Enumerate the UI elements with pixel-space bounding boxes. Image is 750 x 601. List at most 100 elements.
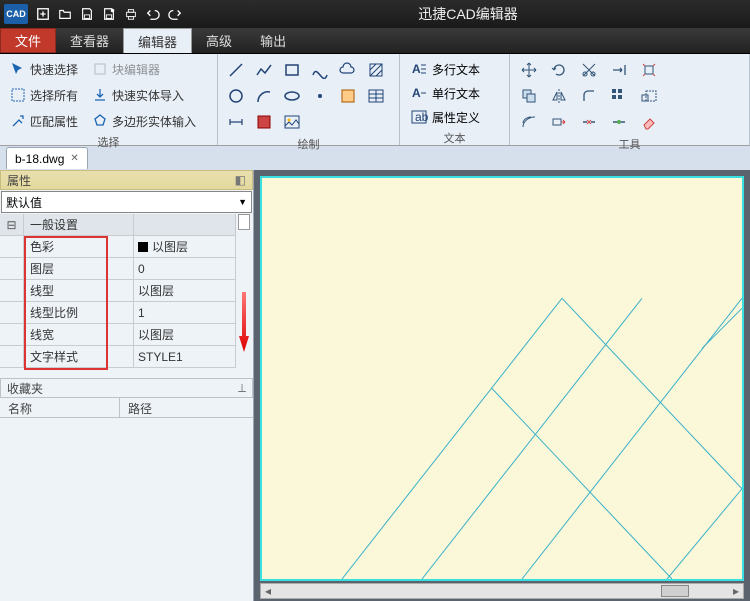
side-panel: 属性 ◧ 默认值 ▼ ⊟ 一般设置 色彩以图层 图层0 线型以图层 线型比例1 … [0, 170, 254, 601]
line-icon[interactable] [224, 58, 248, 82]
select-all-icon [10, 87, 26, 103]
select-all-button[interactable]: 选择所有 [6, 84, 82, 106]
properties-table: ⊟ 一般设置 色彩以图层 图层0 线型以图层 线型比例1 线宽以图层 文字样式S… [0, 214, 235, 368]
mirror-icon[interactable] [546, 84, 572, 108]
attrdef-icon: ab [410, 108, 428, 126]
pin-icon[interactable]: ◧ [235, 173, 246, 187]
polygon-import-button[interactable]: 多边形实体输入 [88, 110, 200, 132]
color-row[interactable]: 色彩以图层 [0, 236, 235, 258]
ribbon-group-draw-label: 绘制 [224, 134, 393, 152]
hscroll-thumb[interactable] [661, 585, 689, 597]
scroll-thumb[interactable] [238, 214, 250, 230]
break-icon[interactable] [576, 110, 602, 134]
stext-icon: A [410, 84, 428, 102]
spline-icon[interactable] [308, 58, 332, 82]
block-editor-button[interactable]: 块编辑器 [88, 58, 200, 80]
fav-col-path[interactable]: 路径 [120, 398, 160, 417]
trim-icon[interactable] [576, 58, 602, 82]
redo-icon[interactable] [165, 4, 185, 24]
menu-editor[interactable]: 编辑器 [123, 28, 192, 53]
ellipse-icon[interactable] [280, 84, 304, 108]
circle-icon[interactable] [224, 84, 248, 108]
import-icon [92, 87, 108, 103]
extend-icon[interactable] [606, 58, 632, 82]
textstyle-row[interactable]: 文字样式STYLE1 [0, 346, 235, 368]
saveas-icon[interactable] [99, 4, 119, 24]
draw-tools [224, 58, 388, 134]
document-tab[interactable]: b-18.dwg ✕ [6, 147, 88, 169]
general-settings-row[interactable]: ⊟ 一般设置 [0, 214, 235, 236]
scale-icon[interactable] [636, 84, 662, 108]
rect-icon[interactable] [280, 58, 304, 82]
pin-icon[interactable]: ⟂ [238, 381, 246, 396]
entity-import-button[interactable]: 快速实体导入 [88, 84, 200, 106]
properties-scrollbar[interactable] [235, 214, 253, 368]
ribbon-group-tool-label: 工具 [516, 134, 743, 152]
rotate-icon[interactable] [546, 58, 572, 82]
scroll-left-icon[interactable]: ◂ [261, 584, 275, 598]
fillet-icon[interactable] [576, 84, 602, 108]
color-swatch-icon [138, 242, 148, 252]
multiline-text-button[interactable]: A多行文本 [406, 58, 484, 80]
default-dropdown[interactable]: 默认值 ▼ [1, 191, 252, 213]
copy-icon[interactable] [516, 84, 542, 108]
hatch-icon[interactable] [364, 58, 388, 82]
point-icon[interactable] [308, 84, 332, 108]
menu-bar: 文件 查看器 编辑器 高级 输出 [0, 28, 750, 54]
red-arrow-icon [239, 292, 249, 352]
cloud-icon[interactable] [336, 58, 360, 82]
single-text-button[interactable]: A单行文本 [406, 82, 484, 104]
undo-icon[interactable] [143, 4, 163, 24]
horizontal-scrollbar[interactable]: ◂ ▸ [260, 583, 744, 599]
svg-text:A: A [412, 86, 421, 100]
work-area: 属性 ◧ 默认值 ▼ ⊟ 一般设置 色彩以图层 图层0 线型以图层 线型比例1 … [0, 170, 750, 601]
svg-text:ab: ab [415, 110, 428, 124]
scroll-right-icon[interactable]: ▸ [729, 584, 743, 598]
open-icon[interactable] [55, 4, 75, 24]
print-icon[interactable] [121, 4, 141, 24]
explode-icon[interactable] [636, 58, 662, 82]
match-attr-button[interactable]: 匹配属性 [6, 110, 82, 132]
favorites-columns: 名称 路径 [0, 398, 253, 418]
move-icon[interactable] [516, 58, 542, 82]
array-icon[interactable] [606, 84, 632, 108]
cad-drawing [262, 178, 742, 579]
menu-file[interactable]: 文件 [0, 28, 56, 53]
insert-icon[interactable] [336, 84, 360, 108]
table-icon[interactable] [364, 84, 388, 108]
ribbon-group-text-label: 文本 [406, 128, 503, 146]
menu-output[interactable]: 输出 [246, 28, 300, 53]
save-icon[interactable] [77, 4, 97, 24]
image-icon[interactable] [280, 110, 304, 134]
app-logo: CAD [4, 4, 28, 24]
menu-advanced[interactable]: 高级 [192, 28, 246, 53]
stretch-icon[interactable] [546, 110, 572, 134]
lineweight-row[interactable]: 线宽以图层 [0, 324, 235, 346]
menu-viewer[interactable]: 查看器 [56, 28, 123, 53]
layer-row[interactable]: 图层0 [0, 258, 235, 280]
join-icon[interactable] [606, 110, 632, 134]
cursor-icon [10, 61, 26, 77]
favorites-header[interactable]: 收藏夹 ⟂ [0, 378, 253, 398]
polyline-icon[interactable] [252, 58, 276, 82]
fav-col-name[interactable]: 名称 [0, 398, 120, 417]
properties-panel-header[interactable]: 属性 ◧ [0, 170, 253, 190]
erase-icon[interactable] [636, 110, 662, 134]
arc-icon[interactable] [252, 84, 276, 108]
block-icon [92, 61, 108, 77]
new-icon[interactable] [33, 4, 53, 24]
title-bar: CAD 迅捷CAD编辑器 [0, 0, 750, 28]
attr-def-button[interactable]: ab属性定义 [406, 106, 484, 128]
polygon-icon [92, 113, 108, 129]
fill-icon[interactable] [252, 110, 276, 134]
dimension-icon[interactable] [224, 110, 248, 134]
canvas-area: ◂ ▸ [254, 170, 750, 601]
linetype-row[interactable]: 线型以图层 [0, 280, 235, 302]
drawing-canvas[interactable] [260, 176, 744, 581]
chevron-down-icon: ▼ [238, 197, 247, 207]
close-tab-icon[interactable]: ✕ [70, 153, 78, 164]
favorites-panel: 收藏夹 ⟂ 名称 路径 [0, 378, 253, 418]
quick-select-button[interactable]: 快速选择 [6, 58, 82, 80]
offset-icon[interactable] [516, 110, 542, 134]
ltscale-row[interactable]: 线型比例1 [0, 302, 235, 324]
